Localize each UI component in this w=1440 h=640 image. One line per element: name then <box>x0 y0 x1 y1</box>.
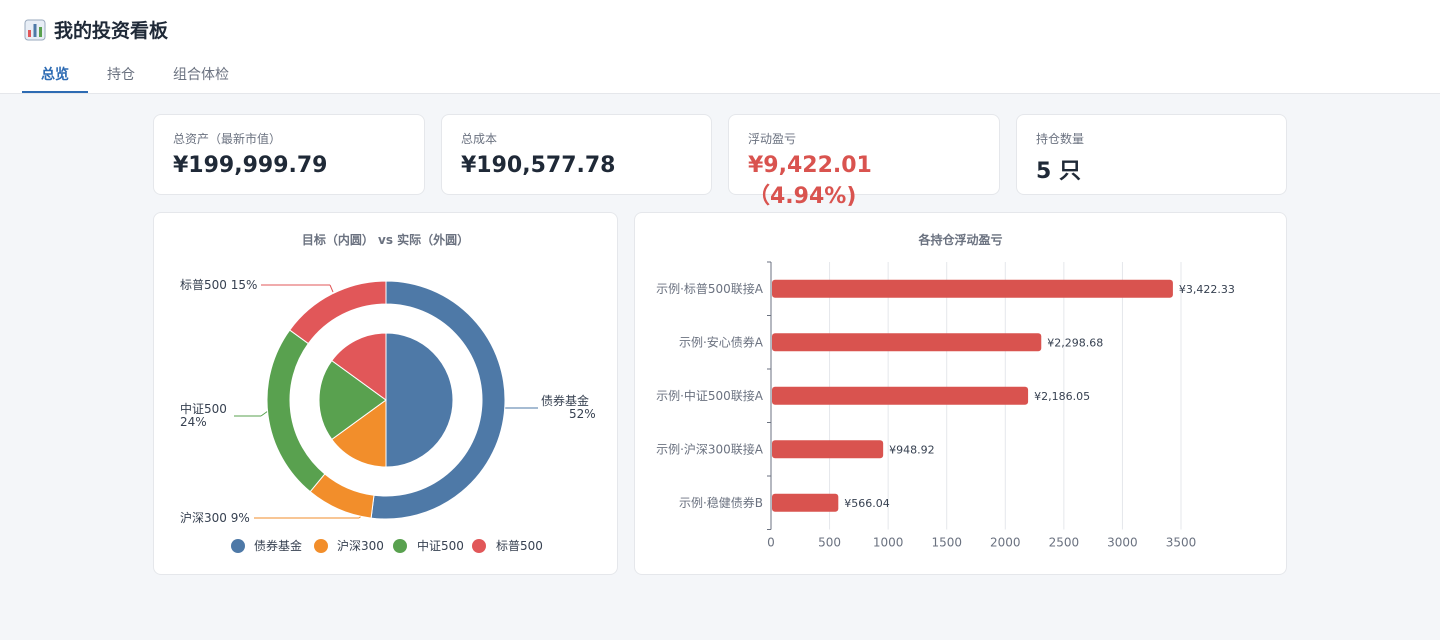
pie-label-bond-pct: 52% <box>569 407 596 421</box>
x-tick-label: 1000 <box>873 536 904 550</box>
legend-label-sp500[interactable]: 标普500 <box>496 539 543 553</box>
allocation-chart-title: 目标（内圆） vs 实际（外圆） <box>301 233 470 247</box>
x-tick-label: 500 <box>818 536 841 550</box>
bar[interactable] <box>772 333 1042 352</box>
bar-value-label: ¥2,298.68 <box>1047 336 1103 349</box>
tab-holdings[interactable]: 持仓 <box>88 56 154 93</box>
kpi-total-cost: 总成本 ¥190,577.78 <box>441 114 712 195</box>
pie-label-zz500: 中证500 <box>180 401 227 416</box>
bar[interactable] <box>772 440 884 459</box>
allocation-chart-card: 目标（内圆） vs 实际（外圆） 标普500 15% 中证500 24% 沪深3… <box>153 212 618 575</box>
actual-slice-zz500[interactable] <box>266 329 326 493</box>
legend-swatch-zz500 <box>393 539 407 553</box>
pie-label-bond: 债券基金 <box>541 393 589 408</box>
kpi-value: ¥190,577.78 <box>461 153 616 178</box>
legend-swatch-sp500 <box>472 539 486 553</box>
tab-checkup[interactable]: 组合体检 <box>154 56 248 93</box>
pnl-chart-title: 各持仓浮动盈亏 <box>918 233 1003 247</box>
kpi-label: 持仓数量 <box>1036 132 1085 146</box>
bar[interactable] <box>772 386 1029 405</box>
x-tick-label: 3000 <box>1107 536 1138 550</box>
kpi-total-assets: 总资产（最新市值） ¥199,999.79 <box>153 114 425 195</box>
legend-label-bond[interactable]: 债券基金 <box>254 538 302 553</box>
y-category-label: 示例·安心债券A <box>679 334 764 349</box>
x-tick-label: 2500 <box>1049 536 1080 550</box>
allocation-chart: 标普500 15% 中证500 24% 沪深300 9% 债券基金 52% 债券… <box>180 278 596 553</box>
legend-label-hs300[interactable]: 沪深300 <box>337 539 384 553</box>
page-title: 我的投资看板 <box>54 20 169 42</box>
legend-swatch-bond <box>231 539 245 553</box>
y-category-label: 示例·稳健债券B <box>679 495 763 510</box>
y-category-label: 示例·中证500联接A <box>656 388 764 403</box>
kpi-label: 总资产（最新市值） <box>173 132 282 146</box>
x-tick-label: 1500 <box>931 536 962 550</box>
kpi-value: ¥199,999.79 <box>173 153 328 178</box>
pie-legend: 债券基金 沪深300 中证500 标普500 <box>231 538 543 553</box>
bar[interactable] <box>772 493 839 512</box>
tab-overview[interactable]: 总览 <box>22 56 88 93</box>
bar-value-label: ¥948.92 <box>889 443 935 456</box>
x-tick-label: 3500 <box>1166 536 1197 550</box>
app-title: 我的投资看板 <box>24 16 168 43</box>
target-slice-bond[interactable] <box>385 332 454 468</box>
x-tick-label: 2000 <box>990 536 1021 550</box>
kpi-label: 总成本 <box>461 132 498 146</box>
bar-value-label: ¥3,422.33 <box>1179 283 1235 296</box>
legend-swatch-hs300 <box>314 539 328 553</box>
kpi-label: 浮动盈亏 <box>748 132 797 146</box>
pie-label-hs300: 沪深300 9% <box>180 511 250 525</box>
bar[interactable] <box>772 279 1173 298</box>
bar-chart-icon <box>24 19 46 40</box>
bar-value-label: ¥566.04 <box>844 497 890 510</box>
y-category-label: 示例·标普500联接A <box>656 281 764 296</box>
y-category-label: 示例·沪深300联接A <box>656 441 764 456</box>
pie-label-zz500-pct: 24% <box>180 415 207 429</box>
tab-bar: 总览 持仓 组合体检 <box>22 56 248 93</box>
kpi-value: 5 只 <box>1036 159 1081 184</box>
x-tick-label: 0 <box>767 536 775 550</box>
pnl-chart-card: 各持仓浮动盈亏 0 500 1000 1500 2000 2500 3000 3500 示例·标… <box>634 212 1287 575</box>
legend-label-zz500[interactable]: 中证500 <box>417 538 464 553</box>
kpi-floating-pnl: 浮动盈亏 ¥9,422.01（4.94%) <box>728 114 1000 209</box>
kpi-holding-count: 持仓数量 5 只 <box>1016 114 1287 195</box>
kpi-value: ¥9,422.01（4.94%) <box>748 153 872 209</box>
bar-value-label: ¥2,186.05 <box>1034 390 1090 403</box>
pnl-chart: 0 500 1000 1500 2000 2500 3000 3500 示例·标普500联接A ¥… <box>656 261 1235 550</box>
top-bar: 我的投资看板 总览 持仓 组合体检 <box>0 0 1440 94</box>
pie-label-sp500: 标普500 15% <box>180 278 257 292</box>
